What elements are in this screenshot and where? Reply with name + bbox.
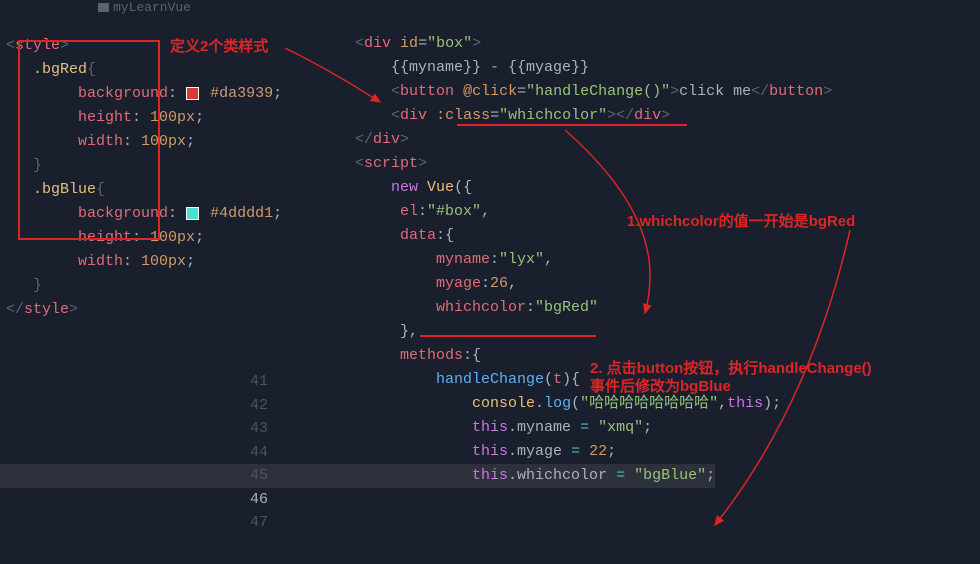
color-swatch-cyan [186, 207, 199, 220]
line-number: 41 [230, 370, 280, 394]
annotation-change: 2. 点击button按钮，执行handleChange()事件后修改为bgBl… [590, 360, 872, 396]
line-gutter: 41 42 43 44 45 46 47 [230, 4, 280, 535]
line-number: 46 [230, 488, 280, 512]
annotation-define: 定义2个类样式 [170, 35, 268, 56]
line-number: 45 [230, 464, 280, 488]
line-number: 43 [230, 417, 280, 441]
main-code-block[interactable]: <div id="box"> {{myname}} - {{myage}} <b… [355, 8, 832, 512]
color-swatch-red [186, 87, 199, 100]
code-editor: myLearnVue <style> .bgRed{ background: #… [0, 0, 980, 8]
annotation-initial: 1.whichcolor的值一开始是bgRed [627, 210, 855, 231]
underline-class [457, 124, 687, 126]
line-number: 42 [230, 394, 280, 418]
line-number: 47 [230, 511, 280, 535]
underline-whichcolor [420, 335, 596, 337]
line-number: 44 [230, 441, 280, 465]
